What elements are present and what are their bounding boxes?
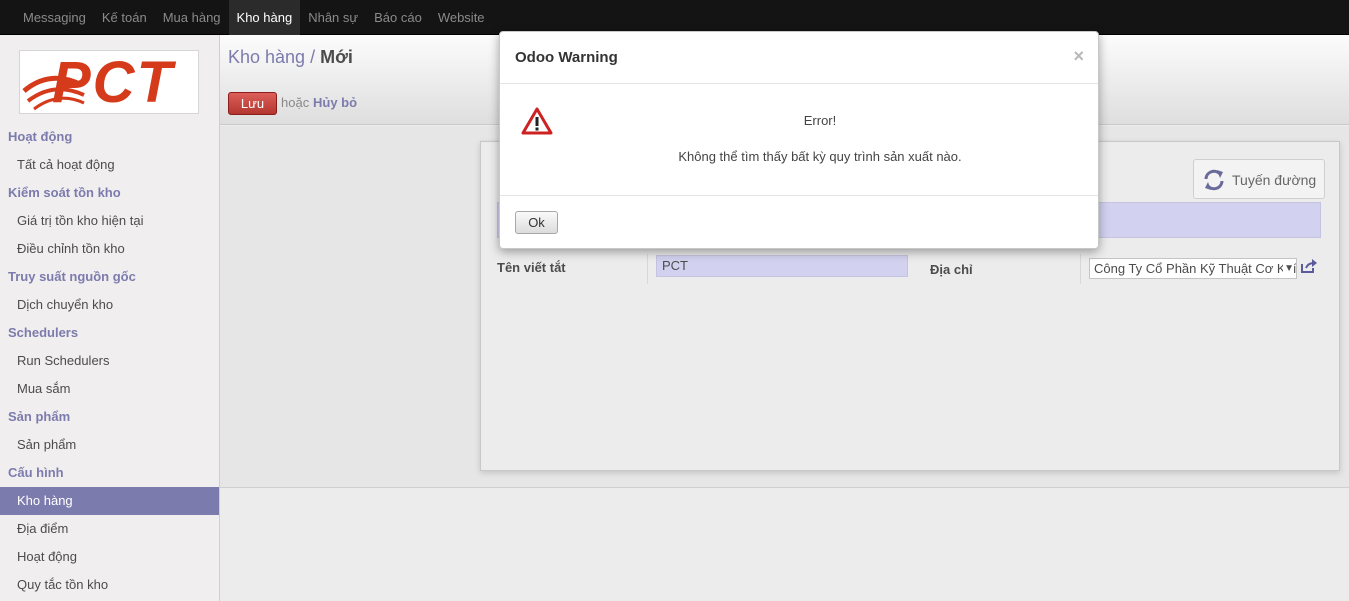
or-text: hoặc xyxy=(281,95,310,110)
top-menu: Messaging Kế toán Mua hàng Kho hàng Nhân… xyxy=(15,0,493,35)
menu-reports[interactable]: Báo cáo xyxy=(366,0,430,35)
sidebar-section-activities: Hoạt động xyxy=(8,129,73,144)
code-input[interactable]: PCT xyxy=(656,255,908,277)
sidebar-section-configuration: Cấu hình xyxy=(8,465,64,480)
sidebar-item-warehouses[interactable]: Kho hàng xyxy=(0,487,219,515)
top-navigation-bar: Messaging Kế toán Mua hàng Kho hàng Nhân… xyxy=(0,0,1349,35)
sidebar-item-procurements[interactable]: Mua sắm xyxy=(0,375,219,403)
dialog-body: Error! Không thể tìm thấy bất kỳ quy trì… xyxy=(500,85,1098,195)
sidebar-item-reordering-rules[interactable]: Quy tắc tồn kho xyxy=(0,571,219,599)
company-logo[interactable]: PCT xyxy=(19,50,199,114)
sidebar-item-run-schedulers[interactable]: Run Schedulers xyxy=(0,347,219,375)
save-button[interactable]: Lưu xyxy=(228,92,277,115)
sidebar-menu: Hoạt động Tất cả hoạt động Kiểm soát tồn… xyxy=(0,123,219,599)
refresh-icon xyxy=(1204,169,1224,191)
address-select[interactable]: Công Ty Cổ Phần Kỹ Thuật Cơ Khí ▼ xyxy=(1089,258,1297,279)
close-icon[interactable]: × xyxy=(1073,47,1084,65)
dialog-title: Odoo Warning xyxy=(515,49,618,66)
dialog-header: Odoo Warning × xyxy=(500,32,1098,84)
menu-hr[interactable]: Nhân sự xyxy=(300,0,366,35)
sidebar-item-operations[interactable]: Hoạt động xyxy=(0,543,219,571)
ok-button[interactable]: Ok xyxy=(515,211,558,234)
sidebar-section-products: Sản phẩm xyxy=(8,409,71,424)
menu-warehouse[interactable]: Kho hàng xyxy=(228,0,301,35)
breadcrumb-current: Mới xyxy=(320,47,353,67)
sidebar-item-products[interactable]: Sản phẩm xyxy=(0,431,219,459)
menu-website[interactable]: Website xyxy=(430,0,493,35)
sidebar-item-current-inventory-value[interactable]: Giá trị tồn kho hiện tại xyxy=(0,207,219,235)
routes-button[interactable]: Tuyến đường xyxy=(1193,159,1325,199)
external-link-icon[interactable] xyxy=(1301,259,1317,273)
discard-link[interactable]: Hủy bỏ xyxy=(313,95,357,110)
field-separator xyxy=(647,254,648,284)
error-title: Error! xyxy=(803,113,837,128)
routes-button-label: Tuyến đường xyxy=(1232,172,1317,188)
breadcrumb-parent-link[interactable]: Kho hàng xyxy=(228,47,305,67)
sidebar-item-stock-moves[interactable]: Dịch chuyển kho xyxy=(0,291,219,319)
dialog-footer: Ok xyxy=(500,195,1098,248)
chevron-down-icon: ▼ xyxy=(1283,259,1294,278)
sidebar-item-all-activities[interactable]: Tất cả hoạt động xyxy=(0,151,219,179)
address-select-value: Công Ty Cổ Phần Kỹ Thuật Cơ Khí xyxy=(1094,261,1297,276)
sidebar: PCT Hoạt động Tất cả hoạt động Kiểm soát… xyxy=(0,35,220,601)
warning-dialog: Odoo Warning × Error! Không thể tìm thấy… xyxy=(499,31,1099,249)
sidebar-section-traceability: Truy suất nguồn gốc xyxy=(8,269,136,284)
menu-messaging[interactable]: Messaging xyxy=(15,0,94,35)
sidebar-section-schedulers: Schedulers xyxy=(8,325,79,340)
menu-accounting[interactable]: Kế toán xyxy=(94,0,155,35)
code-label: Tên viết tắt xyxy=(497,260,566,275)
address-label: Địa chỉ xyxy=(930,262,973,277)
sidebar-item-locations[interactable]: Địa điểm xyxy=(0,515,219,543)
logo-text: PCT xyxy=(52,50,174,115)
breadcrumb-separator: / xyxy=(305,47,321,67)
sidebar-item-inventory-adjustments[interactable]: Điều chỉnh tồn kho xyxy=(0,235,219,263)
field-separator xyxy=(1080,254,1081,284)
menu-purchases[interactable]: Mua hàng xyxy=(155,0,229,35)
breadcrumb: Kho hàng / Mới xyxy=(228,47,353,68)
sidebar-section-inventory-control: Kiểm soát tồn kho xyxy=(8,185,121,200)
error-message: Không thể tìm thấy bất kỳ quy trình sản … xyxy=(678,149,962,164)
